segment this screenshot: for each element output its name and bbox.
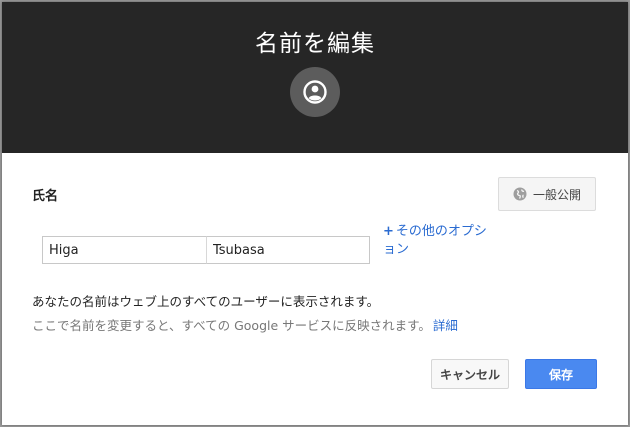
last-name-input[interactable] [42,236,207,264]
sync-info-line: ここで名前を変更すると、すべての Google サービスに反映されます。 詳細 [32,315,458,334]
person-circle-icon [290,67,340,117]
visibility-label: 一般公開 [532,187,581,202]
edit-name-dialog: 名前を編集 氏名 一般公開 +その他のオプション あなたの名前はウェブ上のすべて… [2,2,628,425]
first-name-input[interactable] [206,236,370,264]
plus-icon: + [383,224,394,239]
globe-icon [513,187,527,201]
save-button[interactable]: 保存 [525,359,597,389]
dialog-title: 名前を編集 [255,31,375,57]
dialog-header: 名前を編集 [2,2,628,153]
cancel-button[interactable]: キャンセル [431,359,509,389]
sync-info-text: ここで名前を変更すると、すべての Google サービスに反映されます。 [32,318,431,333]
more-options-label: その他のオプション [383,224,487,257]
visibility-button[interactable]: 一般公開 [498,177,596,211]
more-options-link[interactable]: + その他のオプション [383,223,488,259]
details-link[interactable]: 詳細 [433,318,458,333]
name-field-label: 氏名 [32,189,59,204]
visibility-info-text: あなたの名前はウェブ上のすべてのユーザーに表示されます。 [32,294,380,309]
